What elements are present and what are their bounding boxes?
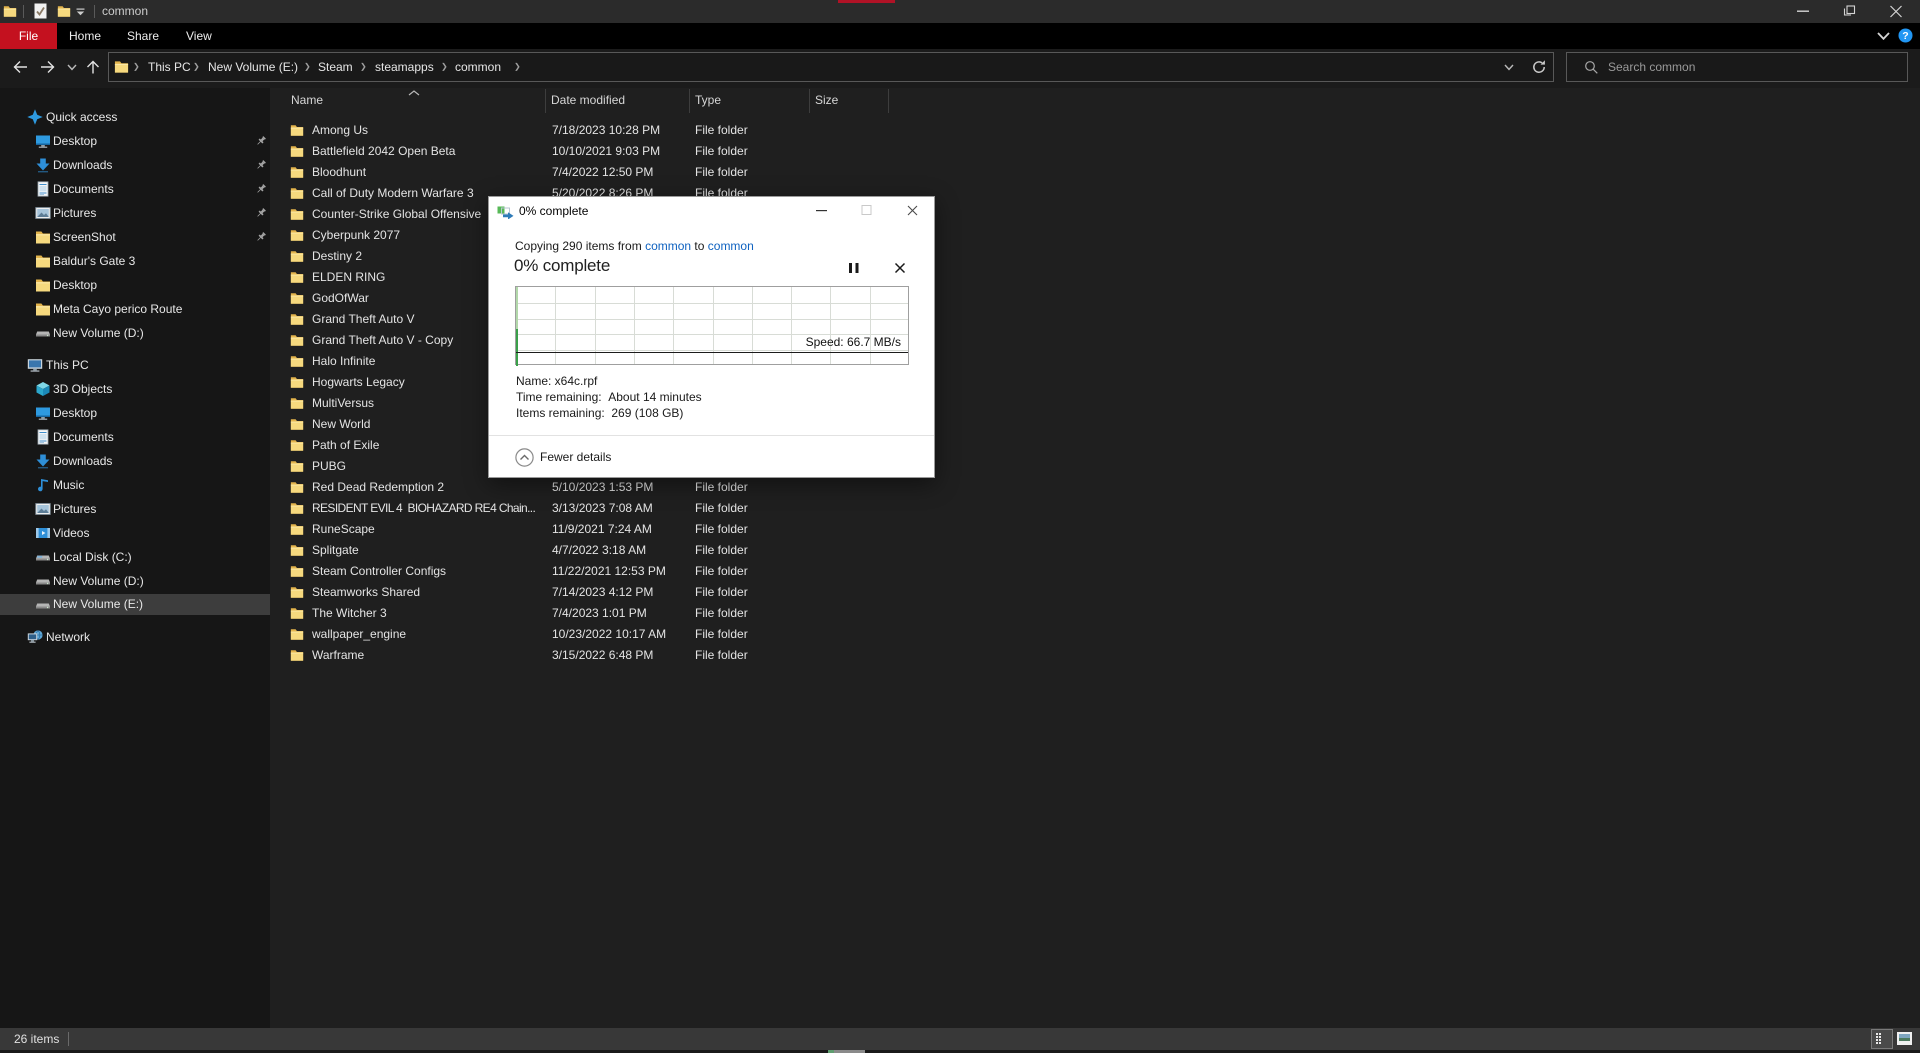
svg-text:?: ? (1902, 30, 1908, 42)
